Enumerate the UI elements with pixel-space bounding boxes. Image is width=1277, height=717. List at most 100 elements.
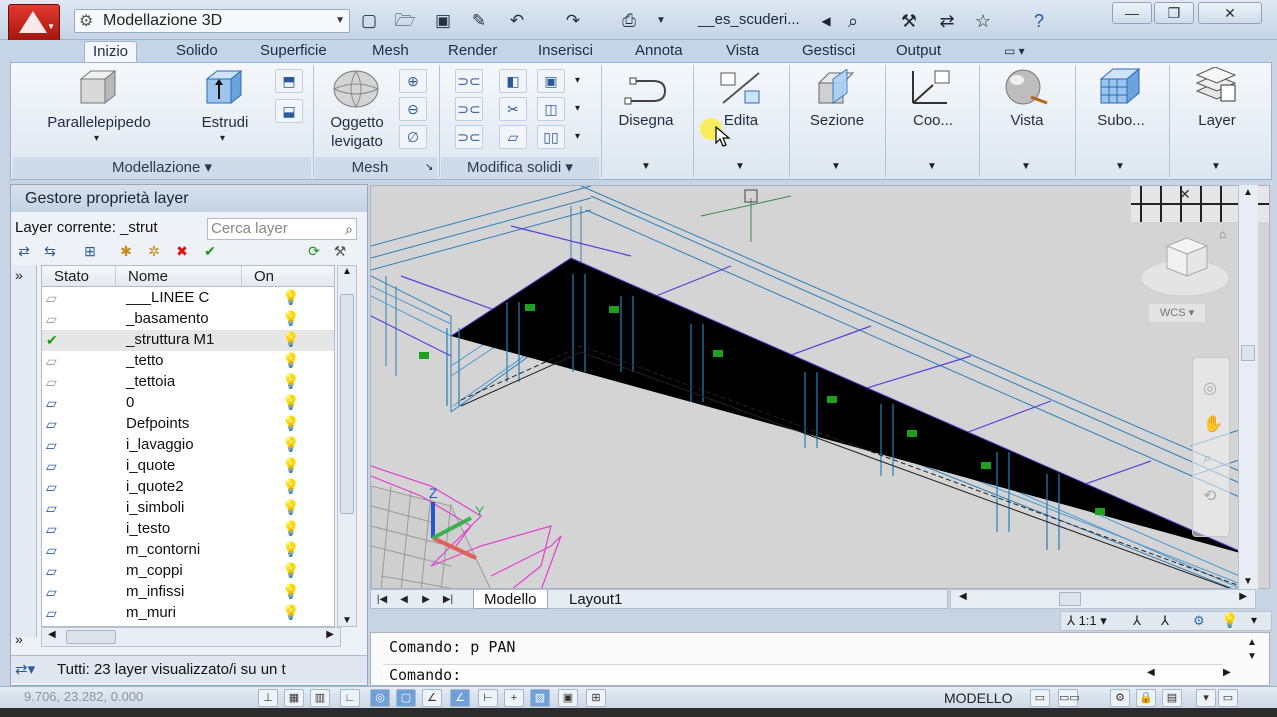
tab-annota[interactable]: Annota xyxy=(627,41,691,62)
section-icon[interactable] xyxy=(813,69,861,107)
wcs-menu[interactable]: WCS ▾ xyxy=(1149,304,1205,322)
layer-on-bulb-icon[interactable]: 💡 xyxy=(282,604,299,621)
lock-icon[interactable]: 🔒 xyxy=(1136,689,1156,707)
filter-tree-collapsed[interactable]: » xyxy=(11,265,37,637)
sezione-panel-button[interactable]: Sezione xyxy=(795,111,879,130)
layer-panel-button[interactable]: Layer xyxy=(1175,111,1259,130)
layer-status-icon[interactable]: ▱ xyxy=(46,479,66,496)
draw-icon[interactable] xyxy=(623,71,671,107)
polar-icon[interactable]: ◎ xyxy=(370,689,390,707)
minimize-button[interactable]: — xyxy=(1112,2,1152,24)
visual-style-icon[interactable] xyxy=(1001,67,1051,107)
column-nome[interactable]: Nome xyxy=(116,266,242,287)
tab-superficie[interactable]: Superficie xyxy=(252,41,335,62)
layer-on-bulb-icon[interactable]: 💡 xyxy=(282,331,299,348)
tab-mesh[interactable]: Mesh xyxy=(364,41,417,62)
open-icon[interactable]: 🗁 xyxy=(392,9,418,33)
layer-row[interactable]: ▱ _tetto 💡 xyxy=(42,351,334,372)
extrude-faces-icon[interactable]: ◫ xyxy=(537,97,565,121)
presspull-icon[interactable]: ⬓ xyxy=(275,99,303,123)
layer-status-icon[interactable]: ▱ xyxy=(46,563,66,580)
bulb-icon[interactable]: 💡 xyxy=(1221,612,1238,629)
expand-icon[interactable]: » xyxy=(15,267,23,283)
zoom-icon[interactable]: ⌕ xyxy=(1203,450,1212,468)
oggetto-levigato-button[interactable]: Oggetto levigato xyxy=(317,113,397,151)
layer-row[interactable]: ✔ _struttura M1 💡 xyxy=(42,330,334,351)
layer-row[interactable]: ▱ i_quote2 💡 xyxy=(42,477,334,498)
extrude-icon[interactable] xyxy=(201,69,245,107)
layer-on-bulb-icon[interactable]: 💡 xyxy=(282,499,299,516)
scroll-down-icon[interactable]: ▼ xyxy=(342,615,352,626)
settings-wrench-icon[interactable]: ⚒ xyxy=(329,241,351,261)
wrench-icon[interactable]: ⚒ xyxy=(896,8,922,34)
viewport-vertical-scrollbar[interactable]: ▲ ▼ xyxy=(1238,185,1258,589)
viewport-close-icon[interactable]: ✕ xyxy=(1179,186,1191,203)
subtract-icon[interactable]: ⊃⊂ xyxy=(455,97,483,121)
scroll-down-icon[interactable]: ▼ xyxy=(1247,651,1257,662)
ucs-icon[interactable] xyxy=(907,67,955,107)
search-layer-input[interactable]: Cerca layer ⌕ xyxy=(207,218,357,240)
mesh-panel-label[interactable]: Mesh xyxy=(315,158,425,178)
layer-status-icon[interactable]: ▱ xyxy=(46,584,66,601)
thicken-icon[interactable]: ▱ xyxy=(499,125,527,149)
chevron-down-icon[interactable]: ▾ xyxy=(575,131,580,142)
next-layout-icon[interactable]: ▶ xyxy=(417,591,435,608)
column-stato[interactable]: Stato xyxy=(42,266,116,287)
layer-status-icon[interactable]: ▱ xyxy=(46,290,66,307)
status-menu-icon[interactable]: ▾ xyxy=(1196,689,1216,707)
snap-icon[interactable]: ▥ xyxy=(310,689,330,707)
tab-inizio[interactable]: Inizio xyxy=(84,41,138,62)
layer-list-horizontal-scrollbar[interactable]: ◀ ▶ xyxy=(41,627,341,647)
tab-render[interactable]: Render xyxy=(440,41,505,62)
quick-properties-icon[interactable]: ⊞ xyxy=(586,689,606,707)
dyn-icon[interactable]: + xyxy=(504,689,524,707)
current-layer-check-icon[interactable]: ✔ xyxy=(46,332,66,349)
separate-icon[interactable]: ▯▯ xyxy=(537,125,565,149)
layer-status-icon[interactable]: ▱ xyxy=(46,353,66,370)
3dosnap-icon[interactable]: ∠ xyxy=(422,689,442,707)
chevron-down-icon[interactable]: ▼ xyxy=(1211,161,1221,172)
union-icon[interactable]: ⊃⊂ xyxy=(455,69,483,93)
first-layout-icon[interactable]: |◀ xyxy=(373,591,391,608)
exchange-icon[interactable]: ⇄ xyxy=(934,8,960,34)
grid-icon[interactable]: ▦ xyxy=(284,689,304,707)
layer-on-bulb-icon[interactable]: 💡 xyxy=(282,457,299,474)
layer-on-bulb-icon[interactable]: 💡 xyxy=(282,289,299,306)
help-icon[interactable]: ? xyxy=(1024,8,1054,34)
otrack-icon[interactable]: ∠ xyxy=(450,689,470,707)
scroll-left-icon[interactable]: ◀ xyxy=(48,629,56,640)
modellazione-panel-label[interactable]: Modellazione ▾ xyxy=(13,158,311,178)
layer-on-bulb-icon[interactable]: 💡 xyxy=(282,478,299,495)
drawing-viewport[interactable]: Z Y ⌂ WCS ▾ ✕ xyxy=(370,185,1270,589)
scroll-up-icon[interactable]: ▲ xyxy=(1247,637,1257,648)
disegna-panel-button[interactable]: Disegna xyxy=(605,111,687,130)
last-layout-icon[interactable]: ▶| xyxy=(439,591,457,608)
model-space-button[interactable]: MODELLO xyxy=(944,689,1012,707)
layer-on-bulb-icon[interactable]: 💡 xyxy=(282,373,299,390)
extract-edges-icon[interactable]: ▣ xyxy=(537,69,565,93)
scroll-left-icon[interactable]: ◀ xyxy=(959,591,967,602)
viewport-horizontal-scrollbar[interactable]: ◀ ▶ xyxy=(950,589,1256,609)
subobject-icon[interactable] xyxy=(1095,67,1145,107)
lineweight-icon[interactable]: ▨ xyxy=(530,689,550,707)
orbit-icon[interactable]: ⟲ xyxy=(1203,486,1216,506)
modify-icon[interactable] xyxy=(717,69,765,107)
prev-layout-icon[interactable]: ◀ xyxy=(395,591,413,608)
quick-view-drawings-icon[interactable]: ▭▭ xyxy=(1058,689,1080,707)
layer-row[interactable]: ▱ i_quote 💡 xyxy=(42,456,334,477)
application-menu-button[interactable]: ▼ xyxy=(8,4,60,42)
command-input[interactable]: Comando: xyxy=(383,664,1223,685)
layer-row[interactable]: ▱ m_muri 💡 xyxy=(42,603,334,624)
coordinates-readout[interactable]: 9.706, 23.282, 0.000 xyxy=(24,689,143,704)
layer-row[interactable]: ▱ ___LINEE C 💡 xyxy=(42,288,334,309)
layer-row[interactable]: ▱ _tettoia 💡 xyxy=(42,372,334,393)
layer-status-icon[interactable]: ▱ xyxy=(46,605,66,622)
tab-layout1[interactable]: Layout1 xyxy=(559,590,632,609)
tab-vista[interactable]: Vista xyxy=(718,41,767,62)
scroll-thumb[interactable] xyxy=(340,294,354,514)
auto-scale-icon[interactable]: ⅄ xyxy=(1161,613,1169,629)
quick-view-layouts-icon[interactable]: ▭ xyxy=(1030,689,1050,707)
layer-status-icon[interactable]: ▱ xyxy=(46,500,66,517)
infer-icon[interactable]: ⊥ xyxy=(258,689,278,707)
viewcube-widget[interactable]: ⌂ xyxy=(1137,226,1233,306)
